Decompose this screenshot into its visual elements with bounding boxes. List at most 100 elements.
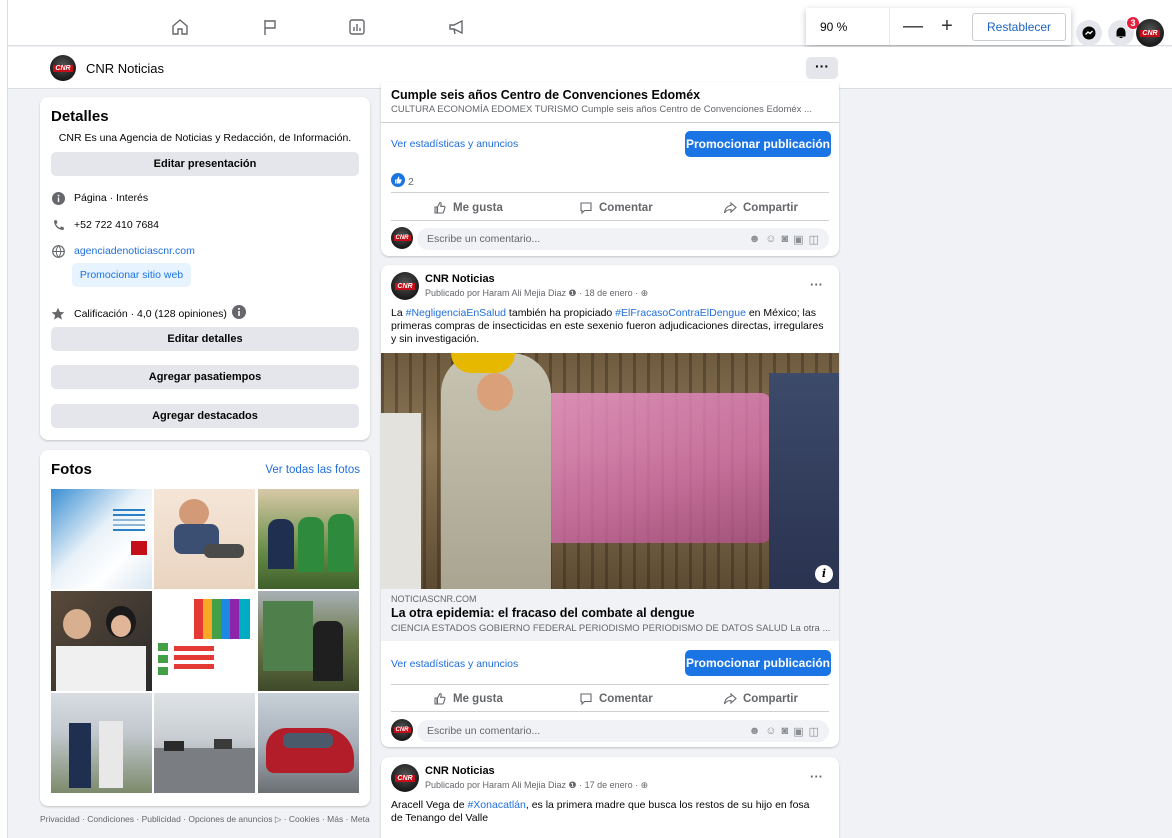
like-label: Me gusta <box>453 202 503 214</box>
post-card: CNR CNR Noticias Publicado por Haram Ali… <box>381 757 839 838</box>
post-author-name[interactable]: CNR Noticias <box>425 273 495 285</box>
comment-label: Comentar <box>599 202 653 214</box>
comment-input[interactable]: Escribe un comentario... ☻ ☺ ◙ ▣ ◫ <box>417 228 829 250</box>
comment-input[interactable]: Escribe un comentario... ☻ ☺ ◙ ▣ ◫ <box>417 720 829 742</box>
divider <box>391 684 829 685</box>
phone-text[interactable]: +52 722 410 7684 <box>74 219 159 231</box>
comment-button[interactable]: Comentar <box>579 692 653 706</box>
post-author-name[interactable]: CNR Noticias <box>425 765 495 777</box>
see-all-photos-link[interactable]: Ver todas las fotos <box>265 464 360 476</box>
photo-thumbnail[interactable] <box>51 489 152 589</box>
zoom-popup: 90 % — + Restablecer <box>806 8 1071 45</box>
add-hobbies-button[interactable]: Agregar pasatiempos <box>51 365 359 389</box>
zoom-level: 90 % <box>806 8 890 45</box>
post-byline[interactable]: Publicado por Haram Ali Mejia Diaz ❶ · 1… <box>425 780 648 791</box>
window-frame-left <box>0 0 8 838</box>
photo-thumbnail[interactable] <box>258 693 359 793</box>
comment-button[interactable]: Comentar <box>579 201 653 215</box>
post-author-avatar[interactable]: CNR <box>391 764 419 792</box>
post-options-button[interactable]: ··· <box>810 769 823 784</box>
comment-placeholder: Escribe un comentario... <box>427 233 541 245</box>
info-icon[interactable]: i <box>815 565 833 583</box>
photos-title: Fotos <box>51 461 92 478</box>
photo-thumbnail[interactable] <box>51 591 152 691</box>
gif-icon[interactable]: ▣ <box>793 233 803 246</box>
details-title: Detalles <box>51 108 109 125</box>
edit-details-button[interactable]: Editar detalles <box>51 327 359 351</box>
category-text: Página · Interés <box>74 192 149 204</box>
page-more-button[interactable]: ··· <box>806 57 838 79</box>
commenter-avatar[interactable]: CNR <box>391 227 413 249</box>
emoji-icon[interactable]: ☺ <box>765 233 776 246</box>
flag-icon[interactable] <box>257 14 283 40</box>
photo-thumbnail[interactable] <box>154 693 255 793</box>
website-link[interactable]: agenciadenoticiascnr.com <box>74 245 195 257</box>
view-stats-link[interactable]: Ver estadísticas y anuncios <box>391 138 518 150</box>
reactions-summary[interactable]: 2 <box>391 173 414 190</box>
hashtag-link[interactable]: #NegligenciaEnSalud <box>406 307 506 319</box>
link-preview-title[interactable]: La otra epidemia: el fracaso del combate… <box>391 606 695 620</box>
page-name[interactable]: CNR Noticias <box>86 61 164 76</box>
zoom-reset-button[interactable]: Restablecer <box>972 12 1067 41</box>
promote-post-button[interactable]: Promocionar publicación <box>685 131 831 157</box>
photo-thumbnail[interactable] <box>51 693 152 793</box>
photo-thumbnail[interactable] <box>258 489 359 589</box>
camera-icon[interactable]: ◙ <box>782 725 789 738</box>
link-domain: NOTICIASCNR.COM <box>391 594 477 604</box>
like-button[interactable]: Me gusta <box>433 201 503 215</box>
view-stats-link[interactable]: Ver estadísticas y anuncios <box>391 658 518 670</box>
hashtag-link[interactable]: #Xonacatlán <box>467 799 525 811</box>
account-avatar[interactable]: CNR <box>1136 19 1164 47</box>
post-card: Cumple seis años Centro de Convenciones … <box>381 82 839 256</box>
rating-info-icon[interactable] <box>231 305 246 322</box>
emoji-icon[interactable]: ☺ <box>765 725 776 738</box>
post-image[interactable]: i <box>381 353 839 589</box>
ad-center-icon[interactable] <box>344 14 370 40</box>
like-label: Me gusta <box>453 693 503 705</box>
likes-count: 2 <box>408 175 414 188</box>
add-featured-button[interactable]: Agregar destacados <box>51 404 359 428</box>
sticker-icon[interactable]: ◫ <box>809 725 819 738</box>
photo-thumbnail[interactable] <box>154 489 255 589</box>
window-frame-top <box>0 0 1172 8</box>
rating-text: Calificación · 4,0 (128 opiniones) <box>74 307 227 320</box>
hashtag-link[interactable]: #ElFracasoContraElDengue <box>615 307 746 319</box>
category-row: Página · Interés <box>51 191 148 205</box>
share-button[interactable]: Compartir <box>723 692 798 706</box>
post-options-button[interactable]: ··· <box>810 277 823 292</box>
rating-row: Calificación · 4,0 (128 opiniones) <box>51 305 246 322</box>
home-icon[interactable] <box>167 14 193 40</box>
messenger-icon[interactable] <box>1076 20 1102 46</box>
link-preview-title[interactable]: Cumple seis años Centro de Convenciones … <box>391 88 700 102</box>
post-byline[interactable]: Publicado por Haram Ali Mejia Diaz ❶ · 1… <box>425 288 648 299</box>
page-avatar[interactable]: CNR <box>50 55 76 81</box>
photo-thumbnail[interactable] <box>154 591 255 691</box>
like-button[interactable]: Me gusta <box>433 692 503 706</box>
share-icon <box>723 201 737 214</box>
post-text: La #NegligenciaEnSalud también ha propic… <box>391 307 824 345</box>
top-navigation-bar: 90 % — + Restablecer 3 CNR <box>8 8 1172 47</box>
zoom-in-button[interactable]: + <box>936 15 958 38</box>
share-button[interactable]: Compartir <box>723 201 798 215</box>
like-reaction-icon <box>391 173 405 190</box>
comment-icon <box>580 202 592 215</box>
camera-icon[interactable]: ◙ <box>782 233 789 246</box>
sticker-icon[interactable]: ◫ <box>809 233 819 246</box>
phone-row: +52 722 410 7684 <box>51 218 159 232</box>
avatar-sticker-icon[interactable]: ☻ <box>749 233 761 246</box>
avatar-sticker-icon[interactable]: ☻ <box>749 725 761 738</box>
divider <box>391 220 829 221</box>
promote-post-button[interactable]: Promocionar publicación <box>685 650 831 676</box>
edit-intro-button[interactable]: Editar presentación <box>51 152 359 176</box>
gif-icon[interactable]: ▣ <box>793 725 803 738</box>
promote-website-button[interactable]: Promocionar sitio web <box>72 263 191 287</box>
link-preview[interactable]: NOTICIASCNR.COM La otra epidemia: el fra… <box>381 589 839 641</box>
megaphone-icon[interactable] <box>444 14 470 40</box>
photo-thumbnail[interactable] <box>258 591 359 691</box>
comment-tools: ☻ ☺ ◙ ▣ ◫ <box>749 233 819 246</box>
zoom-out-button[interactable]: — <box>902 15 924 38</box>
share-label: Compartir <box>743 693 798 705</box>
footer-links[interactable]: Privacidad · Condiciones · Publicidad · … <box>40 814 370 825</box>
post-author-avatar[interactable]: CNR <box>391 272 419 300</box>
commenter-avatar[interactable]: CNR <box>391 719 413 741</box>
